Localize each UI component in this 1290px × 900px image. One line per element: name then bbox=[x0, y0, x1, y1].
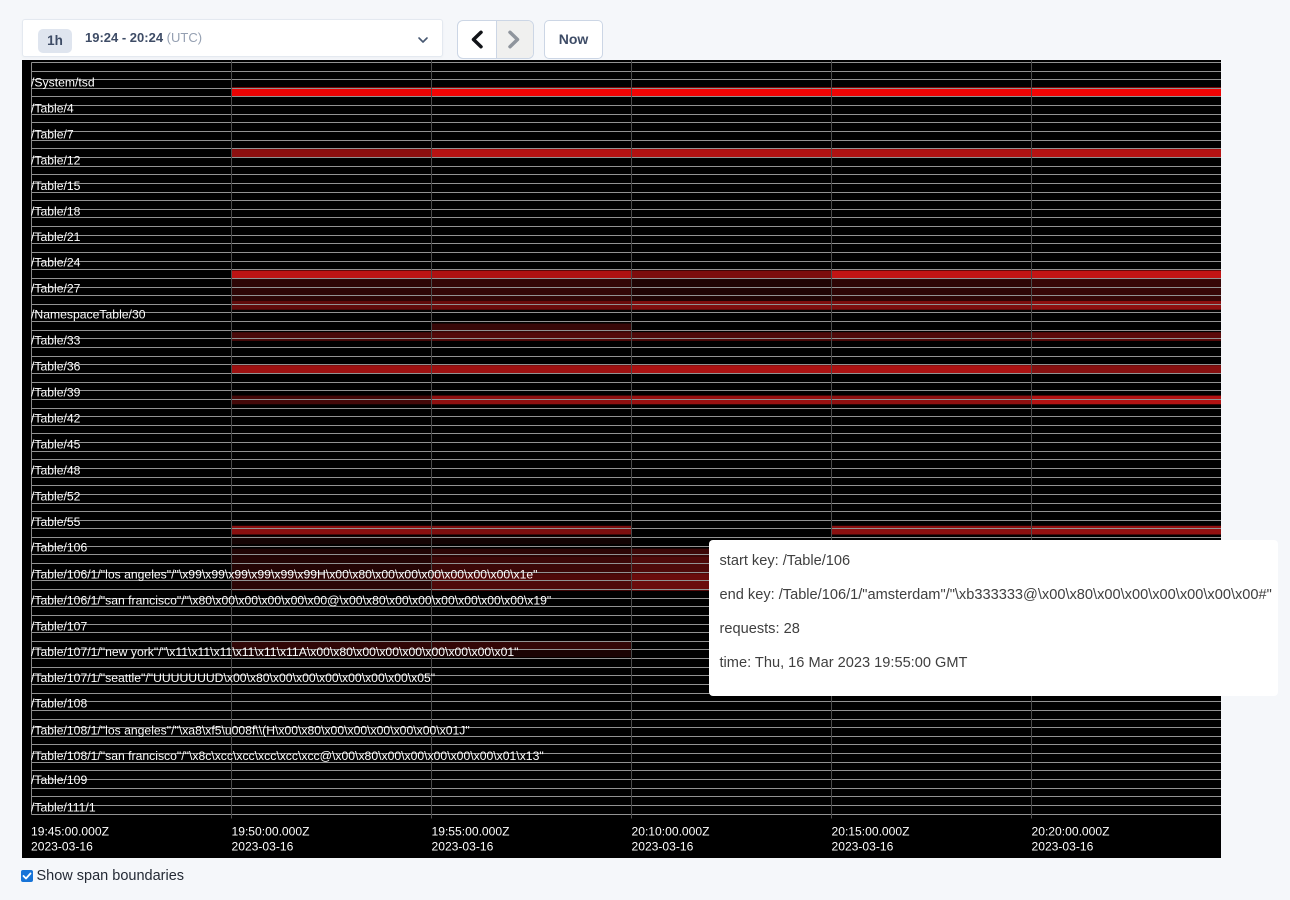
svg-text:19:50:00.000Z: 19:50:00.000Z bbox=[232, 825, 311, 839]
svg-text:/Table/107: /Table/107 bbox=[31, 619, 87, 633]
svg-text:/Table/15: /Table/15 bbox=[31, 179, 81, 193]
svg-text:/Table/108/1/"los angeles"/"\x: /Table/108/1/"los angeles"/"\xa8\xf5\u00… bbox=[31, 723, 470, 737]
svg-text:2023-03-16: 2023-03-16 bbox=[832, 840, 894, 854]
svg-text:20:10:00.000Z: 20:10:00.000Z bbox=[632, 825, 711, 839]
svg-text:/Table/107/1/"new york"/"\x11\: /Table/107/1/"new york"/"\x11\x11\x11\x1… bbox=[31, 645, 519, 659]
svg-text:/Table/108: /Table/108 bbox=[31, 696, 87, 710]
svg-text:2023-03-16: 2023-03-16 bbox=[31, 840, 93, 854]
svg-text:/Table/107/1/"seattle"/"UUUUUU: /Table/107/1/"seattle"/"UUUUUUUD\x00\x80… bbox=[31, 671, 435, 685]
svg-text:/Table/27: /Table/27 bbox=[31, 281, 81, 295]
svg-text:/Table/55: /Table/55 bbox=[31, 515, 81, 529]
svg-text:2023-03-16: 2023-03-16 bbox=[1032, 840, 1094, 854]
svg-text:/Table/24: /Table/24 bbox=[31, 255, 81, 269]
svg-text:/Table/4: /Table/4 bbox=[31, 101, 74, 115]
svg-text:/Table/39: /Table/39 bbox=[31, 385, 81, 399]
svg-text:/Table/36: /Table/36 bbox=[31, 359, 81, 373]
svg-text:/Table/48: /Table/48 bbox=[31, 463, 81, 477]
svg-text:/Table/109: /Table/109 bbox=[31, 773, 87, 787]
svg-text:/Table/12: /Table/12 bbox=[31, 153, 81, 167]
svg-text:19:55:00.000Z: 19:55:00.000Z bbox=[432, 825, 511, 839]
svg-text:20:15:00.000Z: 20:15:00.000Z bbox=[832, 825, 911, 839]
svg-text:19:45:00.000Z: 19:45:00.000Z bbox=[31, 825, 110, 839]
svg-text:2023-03-16: 2023-03-16 bbox=[232, 840, 294, 854]
svg-text:/Table/108/1/"san francisco"/": /Table/108/1/"san francisco"/"\x8c\xcc\x… bbox=[31, 749, 544, 763]
svg-text:/Table/52: /Table/52 bbox=[31, 489, 81, 503]
svg-text:/Table/106: /Table/106 bbox=[31, 540, 87, 554]
svg-text:/Table/111/1: /Table/111/1 bbox=[31, 800, 96, 814]
svg-text:/Table/7: /Table/7 bbox=[31, 127, 74, 141]
svg-text:/Table/18: /Table/18 bbox=[31, 204, 81, 218]
svg-text:/Table/106/1/"los angeles"/"\x: /Table/106/1/"los angeles"/"\x99\x99\x99… bbox=[31, 567, 537, 581]
svg-text:2023-03-16: 2023-03-16 bbox=[432, 840, 494, 854]
svg-text:20:20:00.000Z: 20:20:00.000Z bbox=[1032, 825, 1111, 839]
svg-text:/Table/21: /Table/21 bbox=[31, 230, 81, 244]
svg-text:/Table/33: /Table/33 bbox=[31, 333, 81, 347]
svg-text:2023-03-16: 2023-03-16 bbox=[632, 840, 694, 854]
svg-text:/NamespaceTable/30: /NamespaceTable/30 bbox=[31, 307, 146, 321]
svg-text:/System/tsd: /System/tsd bbox=[31, 75, 95, 89]
svg-text:/Table/42: /Table/42 bbox=[31, 411, 81, 425]
svg-text:/Table/106/1/"san francisco"/": /Table/106/1/"san francisco"/"\x80\x00\x… bbox=[31, 593, 551, 607]
svg-text:/Table/45: /Table/45 bbox=[31, 437, 81, 451]
